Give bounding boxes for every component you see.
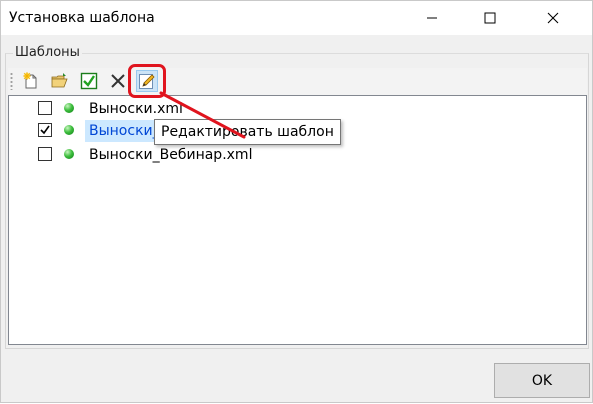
status-green-icon [64,149,74,159]
ok-button[interactable]: OK [494,363,590,398]
maximize-button[interactable] [467,1,513,35]
open-template-button[interactable] [49,70,71,92]
template-name: Выноски_ [89,123,160,139]
list-item[interactable]: Выноски.xml [9,98,569,120]
window-title: Установка шаблона [9,10,155,26]
checkmark-icon [80,72,98,90]
template-checkbox[interactable] [38,123,52,137]
template-checkbox[interactable] [38,147,52,161]
template-name: Выноски.xml [89,101,183,117]
close-icon [547,12,559,24]
minimize-icon [427,17,437,19]
status-green-icon [64,103,74,113]
title-bar: Установка шаблона [1,1,592,35]
apply-template-button[interactable] [78,70,100,92]
delete-x-icon [111,74,125,88]
list-item[interactable]: Выноски_Вебинар.xml [9,144,569,166]
toolbar [8,68,587,95]
status-green-icon [64,125,74,135]
toolbar-grip[interactable] [10,72,13,90]
close-button[interactable] [530,1,576,35]
template-name: Выноски_Вебинар.xml [89,147,253,163]
new-document-icon [23,72,37,89]
group-label: Шаблоны [13,45,82,60]
annotation-highlight-box [128,64,166,98]
new-template-button[interactable] [20,70,42,92]
delete-template-button[interactable] [107,70,129,92]
minimize-button[interactable] [409,1,455,35]
maximize-icon [484,12,496,24]
dialog-window: Установка шаблона Шаблоны Выноски.xml Вы… [0,0,593,403]
edit-tooltip: Редактировать шаблон [154,119,341,145]
open-folder-icon [51,73,68,88]
checkmark-icon [40,125,50,135]
template-checkbox[interactable] [38,101,52,115]
